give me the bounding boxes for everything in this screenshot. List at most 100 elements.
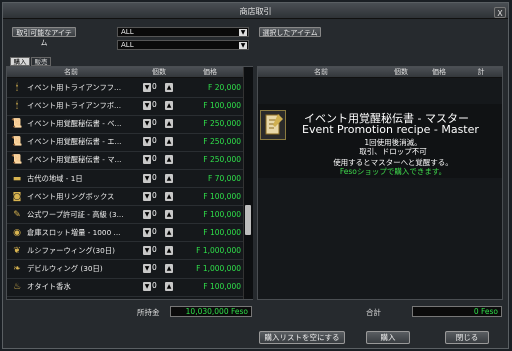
- qty-decrease-button[interactable]: ▼: [143, 264, 151, 273]
- item-row[interactable]: ◉ 倉庫スロット増量 - 1000 ... ▼ 0 ▲ F 100,000: [7, 224, 243, 242]
- item-name: オタイト香水: [27, 282, 71, 292]
- clear-list-button[interactable]: 購入リストを空にする: [259, 331, 345, 344]
- qty-decrease-button[interactable]: ▼: [143, 227, 151, 237]
- qty-increase-button[interactable]: ▲: [165, 209, 173, 219]
- money-label: 所持金: [137, 308, 160, 317]
- item-row[interactable]: 📜 イベント用覚醒秘伝書 - ベ... ▼ 0 ▲ F 250,000: [7, 115, 243, 133]
- item-qty[interactable]: 0: [152, 82, 162, 91]
- tab-buy[interactable]: 購入: [10, 57, 30, 66]
- item-qty[interactable]: 0: [152, 173, 162, 182]
- qty-decrease-button[interactable]: ▼: [143, 282, 151, 292]
- title-bar[interactable]: 商店取引 X: [3, 3, 508, 19]
- item-price: F 20,000: [208, 83, 241, 92]
- item-qty[interactable]: 0: [152, 154, 162, 163]
- item-qty[interactable]: 0: [152, 227, 162, 236]
- qty-decrease-button[interactable]: ▼: [143, 83, 151, 92]
- scroll-icon: 📜: [11, 137, 23, 148]
- scroll-icon: 📜: [11, 119, 23, 130]
- qty-increase-button[interactable]: ▲: [165, 119, 173, 129]
- selected-list-header: 名前 個数 価格 計: [258, 67, 502, 78]
- item-trade-info: 取引、ドロップ不可: [359, 147, 427, 156]
- item-name: イベント用トライアンフボ...: [27, 101, 122, 111]
- item-qty[interactable]: 0: [152, 100, 162, 109]
- tab-sell[interactable]: 販売: [31, 57, 51, 66]
- item-price: F 100,000: [203, 209, 241, 219]
- category-select[interactable]: ALL ▼: [117, 27, 249, 37]
- category-select-value: ALL: [121, 28, 134, 36]
- item-qty[interactable]: 0: [152, 209, 162, 218]
- close-button[interactable]: 閉じる: [445, 331, 489, 344]
- item-price: F 100,000: [203, 101, 241, 111]
- chevron-down-icon[interactable]: ▼: [239, 29, 247, 36]
- total-value: 0 Feso: [412, 306, 502, 317]
- qty-increase-button[interactable]: ▲: [165, 101, 173, 111]
- wing-icon: ❦: [13, 245, 21, 256]
- col-name-header: 名前: [314, 68, 328, 76]
- item-row[interactable]: 📜 イベント用覚醒秘伝書 - マ... ▼ 0 ▲ F 250,000: [7, 151, 243, 169]
- qty-increase-button[interactable]: ▲: [165, 264, 173, 273]
- qty-increase-button[interactable]: ▲: [165, 245, 173, 255]
- candle-icon: 🕯: [15, 83, 19, 93]
- money-value: 10,030,000 Feso: [170, 306, 252, 317]
- qty-increase-button[interactable]: ▲: [165, 282, 173, 292]
- item-row[interactable]: ♨ オタイト香水 ▼ 0 ▲ F 100,000: [7, 278, 243, 296]
- warp-permit-icon: ✎: [13, 209, 21, 220]
- qty-decrease-button[interactable]: ▼: [143, 119, 151, 129]
- selected-list-panel: [257, 66, 503, 300]
- chevron-down-icon[interactable]: ▼: [239, 42, 247, 49]
- qty-increase-button[interactable]: ▲: [165, 137, 173, 147]
- scrollbar-thumb[interactable]: [245, 205, 251, 235]
- scroll-icon: 📜: [11, 155, 23, 166]
- qty-decrease-button[interactable]: ▼: [143, 209, 151, 219]
- item-row[interactable]: 📜 イベント用覚醒秘伝書 - エ... ▼ 0 ▲ F 250,000: [7, 133, 243, 151]
- row-divider: [7, 295, 243, 297]
- item-tooltip: イベント用覚醒秘伝書 - マスター Event Promotion recipe…: [258, 104, 502, 178]
- medal-icon: ◉: [13, 227, 21, 238]
- item-name: 公式ワープ許可証 - 高級 (3...: [27, 209, 124, 219]
- close-window-button[interactable]: X: [494, 7, 506, 18]
- item-price: F 1,000,000: [196, 245, 241, 255]
- col-price-header: 価格: [432, 68, 446, 76]
- item-qty[interactable]: 0: [152, 136, 162, 145]
- qty-increase-button[interactable]: ▲: [165, 83, 173, 92]
- qty-increase-button[interactable]: ▲: [165, 191, 173, 201]
- qty-increase-button[interactable]: ▲: [165, 227, 173, 237]
- item-qty[interactable]: 0: [152, 191, 162, 200]
- buy-button[interactable]: 購入: [366, 331, 410, 344]
- col-price-header: 価格: [203, 68, 217, 76]
- ring-box-icon: ◙: [12, 191, 22, 202]
- item-row[interactable]: ✎ 公式ワープ許可証 - 高級 (3... ▼ 0 ▲ F 100,000: [7, 206, 243, 224]
- qty-decrease-button[interactable]: ▼: [143, 245, 151, 255]
- qty-decrease-button[interactable]: ▼: [143, 101, 151, 111]
- item-row[interactable]: ◙ イベント用リングボックス ▼ 0 ▲ F 100,000: [7, 188, 243, 206]
- item-row[interactable]: ▬ 古代の地域 - 1日 ▼ 0 ▲ F 70,000: [7, 170, 243, 188]
- item-row[interactable]: ❦ ルシファーウィング(30日) ▼ 0 ▲ F 1,000,000: [7, 242, 243, 260]
- item-qty[interactable]: 0: [152, 118, 162, 127]
- subcategory-select-value: ALL: [121, 41, 134, 49]
- item-name-en: Event Promotion recipe - Master: [302, 123, 479, 136]
- scroll-icon: [260, 110, 286, 140]
- item-row[interactable]: 🕯 イベント用トライアンフボ... ▼ 0 ▲ F 100,000: [7, 97, 243, 115]
- item-list-scrollbar[interactable]: [243, 67, 253, 299]
- window-title: 商店取引: [239, 7, 272, 16]
- item-qty[interactable]: 0: [152, 245, 162, 254]
- tradable-items-label: 取引可能なアイテム: [12, 27, 76, 47]
- qty-decrease-button[interactable]: ▼: [143, 155, 151, 165]
- item-name: 倉庫スロット増量 - 1000 ...: [27, 227, 121, 237]
- item-name: デビルウィング (30日): [27, 264, 103, 273]
- subcategory-select[interactable]: ALL ▼: [117, 40, 249, 50]
- qty-increase-button[interactable]: ▲: [165, 173, 173, 183]
- item-qty[interactable]: 0: [152, 281, 162, 290]
- item-row[interactable]: ❧ デビルウィング (30日) ▼ 0 ▲ F 1,000,000: [7, 260, 243, 278]
- qty-decrease-button[interactable]: ▼: [143, 191, 151, 201]
- qty-decrease-button[interactable]: ▼: [143, 137, 151, 147]
- item-row[interactable]: 🕯 イベント用トライアンフフ... ▼ 0 ▲ F 20,000: [7, 79, 243, 97]
- item-name: イベント用覚醒秘伝書 - ベ...: [27, 119, 122, 129]
- item-name: 古代の地域 - 1日: [27, 173, 83, 183]
- item-name: イベント用覚醒秘伝書 - マ...: [27, 155, 122, 165]
- item-name: イベント用トライアンフフ...: [27, 83, 122, 92]
- item-qty[interactable]: 0: [152, 263, 162, 272]
- qty-decrease-button[interactable]: ▼: [143, 173, 151, 183]
- item-price: F 100,000: [203, 227, 241, 237]
- qty-increase-button[interactable]: ▲: [165, 155, 173, 165]
